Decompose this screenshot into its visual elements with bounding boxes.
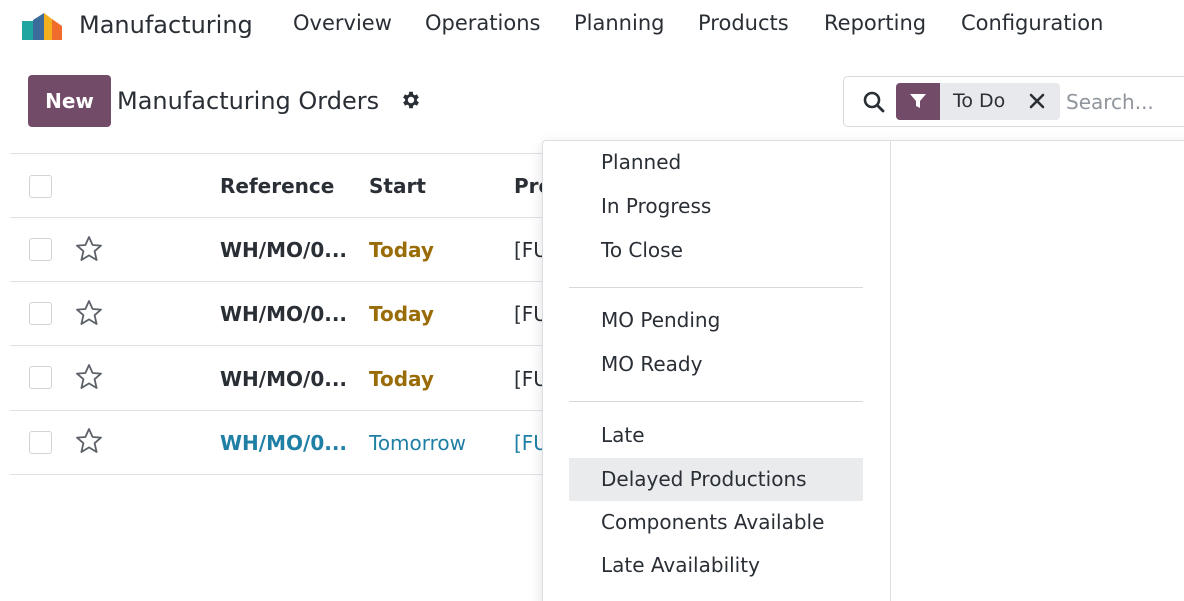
- filter-late-availability[interactable]: Late Availability: [569, 544, 863, 587]
- select-all-checkbox[interactable]: [29, 175, 52, 198]
- star-icon[interactable]: [74, 298, 104, 328]
- filter-delayed-productions[interactable]: Delayed Productions: [569, 458, 863, 501]
- manufacturing-app-icon[interactable]: [22, 10, 66, 42]
- column-start[interactable]: Start: [369, 174, 426, 198]
- table-row[interactable]: WH/MO/0... Today [FU: [10, 346, 550, 411]
- cell-start: Today: [369, 302, 434, 326]
- filter-components-available[interactable]: Components Available: [569, 501, 863, 544]
- cell-reference: WH/MO/0...: [220, 302, 348, 326]
- cell-start: Today: [369, 367, 434, 391]
- row-checkbox[interactable]: [29, 366, 52, 389]
- list-header: Reference Start Pro: [10, 153, 550, 218]
- page-title: Manufacturing Orders: [117, 87, 380, 115]
- app-name[interactable]: Manufacturing: [79, 10, 253, 40]
- filter-in-progress[interactable]: In Progress: [569, 185, 863, 228]
- filter-to-close[interactable]: To Close: [569, 229, 863, 272]
- cell-reference: WH/MO/0...: [220, 367, 348, 391]
- menu-reporting[interactable]: Reporting: [824, 10, 926, 36]
- menu-divider: [569, 401, 863, 402]
- table-row[interactable]: WH/MO/0... Today [FU: [10, 218, 550, 282]
- filter-dropdown: Planned In Progress To Close MO Pending …: [542, 140, 1184, 601]
- star-icon[interactable]: [74, 362, 104, 392]
- menu-overview[interactable]: Overview: [293, 10, 392, 36]
- search-facet-todo: To Do: [896, 83, 1060, 120]
- menu-planning[interactable]: Planning: [574, 10, 664, 36]
- search-bar[interactable]: To Do: [843, 76, 1184, 127]
- row-checkbox[interactable]: [29, 302, 52, 325]
- cell-start: Today: [369, 238, 434, 262]
- cell-start: Tomorrow: [369, 431, 467, 455]
- table-row[interactable]: WH/MO/0... Today [FU: [10, 282, 550, 346]
- row-checkbox[interactable]: [29, 238, 52, 261]
- filter-late[interactable]: Late: [569, 414, 863, 457]
- dropdown-column-divider: [890, 141, 891, 601]
- gear-icon[interactable]: [400, 89, 422, 111]
- close-icon[interactable]: [1024, 88, 1050, 114]
- cell-reference: WH/MO/0...: [220, 431, 348, 455]
- filter-mo-pending[interactable]: MO Pending: [569, 299, 863, 342]
- new-button[interactable]: New: [28, 75, 111, 127]
- table-row[interactable]: WH/MO/0... Tomorrow [FU: [10, 411, 550, 475]
- filter-mo-ready[interactable]: MO Ready: [569, 343, 863, 386]
- top-navbar: Manufacturing Overview Operations Planni…: [0, 0, 1184, 50]
- filter-icon: [896, 83, 940, 120]
- search-input[interactable]: [1066, 86, 1184, 118]
- menu-configuration[interactable]: Configuration: [961, 10, 1103, 36]
- search-icon[interactable]: [862, 90, 886, 114]
- cell-reference: WH/MO/0...: [220, 238, 348, 262]
- facet-label: To Do: [953, 90, 1006, 112]
- menu-divider: [569, 287, 863, 288]
- column-reference[interactable]: Reference: [220, 174, 334, 198]
- app-window: Manufacturing Overview Operations Planni…: [0, 0, 1184, 601]
- menu-operations[interactable]: Operations: [425, 10, 540, 36]
- row-checkbox[interactable]: [29, 431, 52, 454]
- filter-planned[interactable]: Planned: [569, 141, 863, 184]
- star-icon[interactable]: [74, 234, 104, 264]
- star-icon[interactable]: [74, 426, 104, 456]
- menu-products[interactable]: Products: [698, 10, 789, 36]
